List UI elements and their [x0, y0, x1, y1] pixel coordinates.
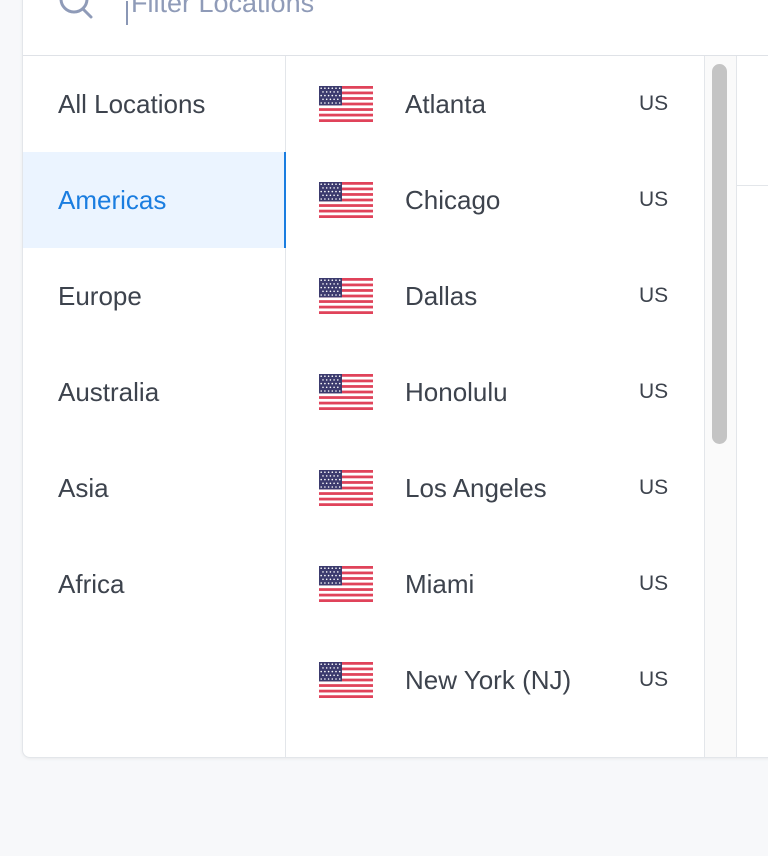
city-item-dallas[interactable]: Dallas US — [286, 248, 704, 344]
region-item-label: All Locations — [58, 88, 206, 119]
country-code: US — [639, 476, 669, 499]
city-item-chicago[interactable]: Chicago US — [286, 152, 704, 248]
region-item-label: Asia — [58, 472, 109, 503]
country-code: US — [639, 92, 669, 115]
city-name: Dallas — [405, 280, 478, 311]
text-cursor — [126, 1, 128, 25]
region-item-all-locations[interactable]: All Locations — [23, 56, 285, 152]
us-flag-icon — [319, 662, 373, 698]
country-code: US — [639, 380, 669, 403]
city-name: Los Angeles — [405, 472, 547, 503]
city-item-miami[interactable]: Miami US — [286, 536, 704, 632]
region-item-africa[interactable]: Africa — [23, 536, 285, 632]
city-list-scrollbar[interactable] — [704, 56, 737, 757]
us-flag-icon — [319, 182, 373, 218]
country-code: US — [639, 668, 669, 691]
city-item-new-york-nj[interactable]: New York (NJ) US — [286, 632, 704, 728]
region-item-australia[interactable]: Australia — [23, 344, 285, 440]
city-item-atlanta[interactable]: Atlanta US — [286, 56, 704, 152]
city-name: Miami — [405, 568, 475, 599]
filter-locations-input[interactable] — [131, 0, 691, 23]
city-item-honolulu[interactable]: Honolulu US — [286, 344, 704, 440]
country-code: US — [639, 188, 669, 211]
city-name: Chicago — [405, 184, 501, 215]
scrollbar-thumb[interactable] — [712, 64, 727, 444]
us-flag-icon — [319, 470, 373, 506]
location-picker-panel: All Locations Americas Europe Australia … — [22, 0, 768, 758]
us-flag-icon — [319, 86, 373, 122]
divider — [736, 185, 768, 186]
country-code: US — [639, 572, 669, 595]
us-flag-icon — [319, 374, 373, 410]
region-item-label: Europe — [58, 280, 142, 311]
region-item-label: Americas — [58, 184, 167, 215]
us-flag-icon — [319, 278, 373, 314]
city-name: Atlanta — [405, 88, 486, 119]
search-bar — [23, 0, 768, 56]
us-flag-icon — [319, 566, 373, 602]
search-icon — [57, 0, 97, 25]
region-item-americas[interactable]: Americas — [23, 152, 286, 248]
country-code: US — [639, 284, 669, 307]
region-item-asia[interactable]: Asia — [23, 440, 285, 536]
region-item-europe[interactable]: Europe — [23, 248, 285, 344]
region-list: All Locations Americas Europe Australia … — [23, 56, 286, 757]
city-name: New York (NJ) — [405, 664, 572, 695]
city-item-los-angeles[interactable]: Los Angeles US — [286, 440, 704, 536]
region-item-label: Australia — [58, 376, 160, 407]
city-name: Honolulu — [405, 376, 508, 407]
region-item-label: Africa — [58, 568, 125, 599]
city-list: Atlanta US Chicago US Dallas US Honolulu… — [286, 56, 704, 757]
